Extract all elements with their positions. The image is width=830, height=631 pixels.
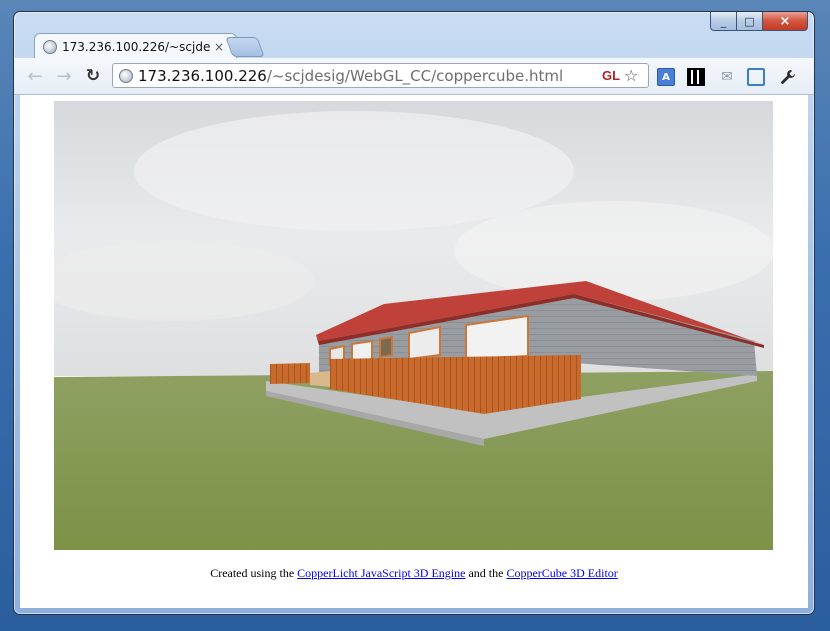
coppercube-link[interactable]: CopperCube 3D Editor [506,566,617,580]
forward-button[interactable]: → [53,65,75,87]
globe-icon [43,39,57,54]
url-host: 173.236.100.226 [138,67,267,85]
mail-icon[interactable]: ✉ [718,68,736,86]
copperlicht-link[interactable]: CopperLicht JavaScript 3D Engine [297,566,465,580]
browser-toolbar: ← → ↻ 173.236.100.226/~scjdesig/WebGL_CC… [14,58,814,95]
new-tab-button[interactable] [225,37,265,57]
browser-window: _ □ × 173.236.100.226/~scjdesig/\ × ← → … [13,11,815,615]
screen-capture-icon[interactable] [747,68,765,86]
close-window-button[interactable]: × [763,12,808,31]
minimize-button[interactable]: _ [710,12,737,31]
qr-code-icon[interactable] [687,68,705,86]
left-fence [270,363,310,384]
url-path: /~scjdesig/WebGL_CC/coppercube.html [266,67,564,85]
window-controls: _ □ × [710,12,808,31]
browser-tab[interactable]: 173.236.100.226/~scjdesig/\ × [34,33,237,59]
tab-close-icon[interactable]: × [214,40,224,54]
webgl-badge-icon[interactable]: GL [602,68,620,83]
wrench-glyph [781,70,795,84]
credits-prefix: Created using the [210,566,298,580]
maximize-button[interactable]: □ [737,12,763,31]
reload-button[interactable]: ↻ [82,65,104,87]
3d-scene [54,101,773,550]
bookmark-star-icon[interactable]: ☆ [624,66,638,85]
address-bar[interactable]: 173.236.100.226/~scjdesig/WebGL_CC/coppe… [112,63,649,88]
page-content: Created using the CopperLicht JavaScript… [20,95,808,608]
translate-icon[interactable]: A [657,68,675,86]
page-info-icon[interactable] [119,69,133,83]
tab-title: 173.236.100.226/~scjdesig/\ [62,39,210,54]
webgl-canvas[interactable] [54,101,773,550]
credits-text: Created using the CopperLicht JavaScript… [20,566,808,581]
wrench-icon[interactable] [779,68,797,86]
url-text: 173.236.100.226/~scjdesig/WebGL_CC/coppe… [138,67,563,85]
back-button[interactable]: ← [24,65,46,87]
credits-middle: and the [465,566,507,580]
